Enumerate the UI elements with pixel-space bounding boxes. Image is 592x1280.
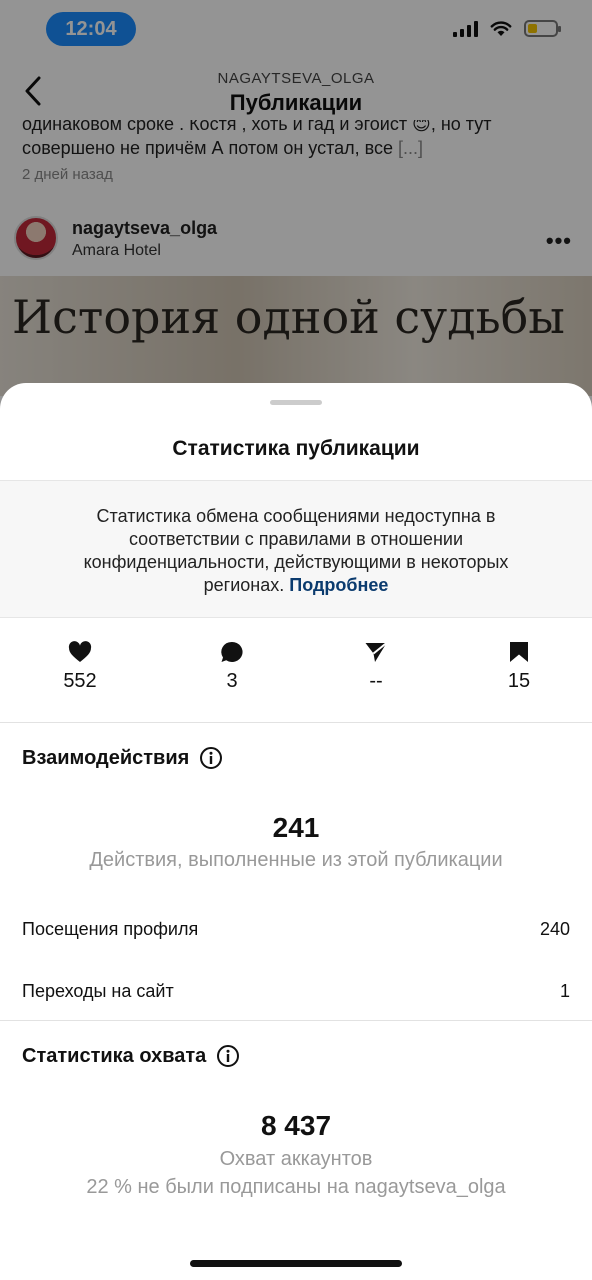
sheet-grabber[interactable] (270, 400, 322, 405)
bookmark-icon (510, 642, 528, 662)
reach-header: Статистика охвата (22, 1044, 240, 1068)
stat-row-profile-visits: Посещения профиля 240 (22, 914, 570, 944)
interactions-header: Взаимодействия (22, 746, 223, 770)
stat-row-website-taps: Переходы на сайт 1 (22, 976, 570, 1006)
engagement-metrics: 552 3 -- 15 (0, 641, 592, 699)
info-icon[interactable] (199, 746, 223, 770)
interactions-total: 241 (272, 812, 320, 843)
interactions-description: Действия, выполненные из этой публикации (89, 849, 503, 871)
metric-comments: 3 (192, 641, 272, 693)
reach-note: 22 % не были подписаны на nagaytseva_olg… (86, 1176, 506, 1198)
comments-count: 3 (226, 670, 238, 692)
home-indicator[interactable] (190, 1260, 402, 1267)
stat-value: 1 (559, 980, 570, 1001)
learn-more-link[interactable]: Подробнее (289, 575, 388, 595)
shares-count: -- (369, 670, 383, 692)
divider (0, 722, 592, 723)
stat-value: 240 (539, 918, 570, 939)
interactions-title: Взаимодействия (22, 746, 190, 769)
metric-shares: -- (336, 641, 416, 693)
likes-count: 552 (63, 670, 97, 692)
insights-sheet: Статистика публикации Статистика обмена … (0, 383, 592, 1280)
privacy-notice: Статистика обмена сообщениями недоступна… (0, 480, 592, 618)
share-icon (365, 642, 388, 662)
reach-total: 8 437 (260, 1110, 332, 1141)
comment-icon (221, 641, 243, 662)
sheet-title: Статистика публикации (172, 437, 420, 460)
saves-count: 15 (507, 670, 531, 692)
info-icon[interactable] (216, 1044, 240, 1068)
stat-label: Посещения профиля (22, 918, 199, 939)
reach-description: Охват аккаунтов (219, 1148, 373, 1170)
metric-saves: 15 (479, 641, 559, 693)
metric-likes: 552 (40, 641, 120, 693)
divider (0, 1020, 592, 1021)
heart-icon (68, 641, 92, 662)
reach-title: Статистика охвата (22, 1044, 207, 1067)
stat-label: Переходы на сайт (22, 980, 174, 1001)
